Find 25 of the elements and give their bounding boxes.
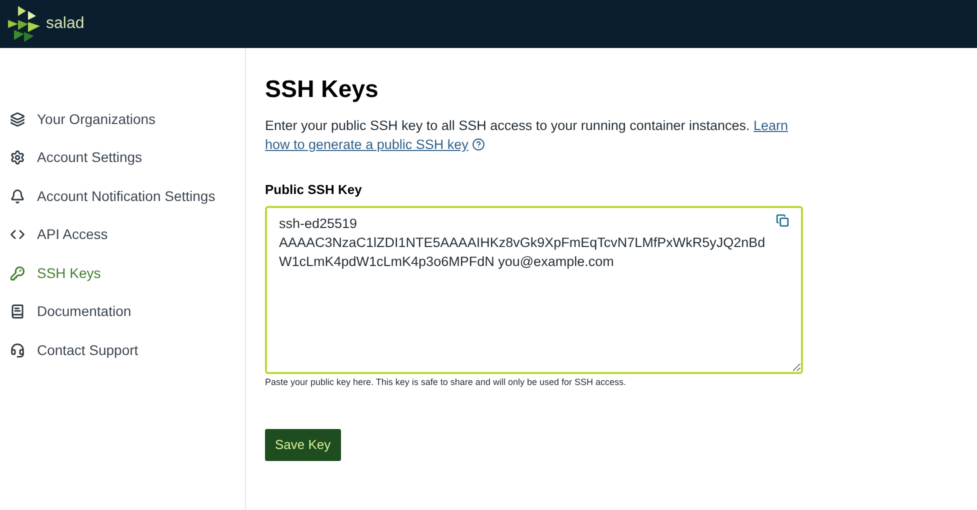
sidebar-item[interactable]: SSH Keys bbox=[0, 254, 245, 292]
gear-icon bbox=[10, 150, 25, 166]
sidebar-item[interactable]: Documentation bbox=[0, 292, 245, 331]
book-icon bbox=[10, 304, 25, 320]
save-key-button[interactable]: Save Key bbox=[265, 429, 341, 461]
sidebar-item[interactable]: Account Settings bbox=[0, 138, 245, 177]
field-label: Public SSH Key bbox=[265, 181, 363, 199]
bell-icon bbox=[10, 188, 25, 204]
page-title: SSH Keys bbox=[265, 75, 380, 105]
ssh-key-field[interactable]: ssh-ed25519 AAAAC3NzaC1lZDI1NTE5AAAAIHKz8vGk9XpFmEqTcvN7LMfPxWkR5yJQ2nBdW1cLmK4pdW1cLmK4p3o6MPFdN you@example.com bbox=[265, 206, 803, 374]
sidebar-item[interactable]: Your Organizations bbox=[0, 100, 245, 138]
layers-icon bbox=[10, 112, 25, 127]
brand-name: salad bbox=[46, 14, 84, 34]
logo-icon bbox=[8, 6, 42, 42]
help-icon bbox=[472, 138, 486, 151]
help-link[interactable]: how to generate a public SSH key bbox=[265, 137, 468, 152]
headset-icon bbox=[10, 342, 25, 358]
sidebar-item[interactable]: Contact Support bbox=[0, 331, 245, 370]
help-link[interactable]: Learn bbox=[754, 118, 788, 133]
copy-icon[interactable] bbox=[776, 214, 789, 226]
key-icon bbox=[10, 266, 25, 281]
sidebar-item[interactable]: Account Notification Settings bbox=[0, 177, 245, 216]
field-help-text: Paste your public key here. This key is safe to share and will only be used for SSH access. bbox=[265, 376, 628, 389]
sidebar-item[interactable]: API Access bbox=[0, 216, 245, 254]
page-description: Enter your public SSH key to all SSH access to your running container instances. Learn how to generate a public SSH key bbox=[265, 117, 790, 154]
